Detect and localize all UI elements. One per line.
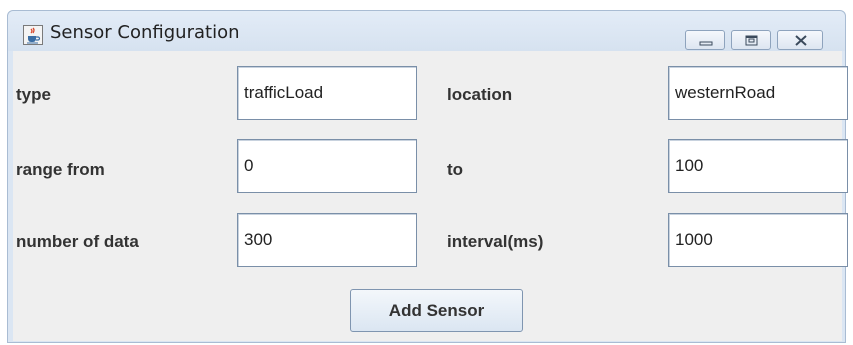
range-from-label: range from <box>16 160 105 179</box>
window-title: Sensor Configuration <box>50 22 240 43</box>
interval-field[interactable]: 1000 <box>668 213 848 267</box>
minimize-icon <box>699 41 713 46</box>
location-label: location <box>447 85 513 104</box>
java-cup-icon <box>23 25 43 45</box>
type-label: type <box>16 85 51 104</box>
to-field[interactable]: 100 <box>668 139 848 193</box>
configuration-panel: type trafficLoad location westernRoad ra… <box>13 51 848 341</box>
range-from-field[interactable]: 0 <box>237 139 417 193</box>
add-sensor-button[interactable]: Add Sensor <box>350 289 523 332</box>
to-label: to <box>447 160 464 179</box>
maximize-button[interactable] <box>731 30 771 50</box>
sensor-configuration-window: Sensor Configuration type trafficLoad lo… <box>7 10 848 343</box>
interval-label: interval(ms) <box>447 232 544 251</box>
title-bar[interactable]: Sensor Configuration <box>8 11 845 51</box>
close-button[interactable] <box>777 30 823 50</box>
number-of-data-label: number of data <box>16 232 139 251</box>
location-field[interactable]: westernRoad <box>668 66 848 120</box>
number-of-data-field[interactable]: 300 <box>237 213 417 267</box>
minimize-button[interactable] <box>685 30 725 50</box>
type-field[interactable]: trafficLoad <box>237 66 417 120</box>
maximize-icon <box>745 35 758 46</box>
close-icon <box>795 35 807 46</box>
